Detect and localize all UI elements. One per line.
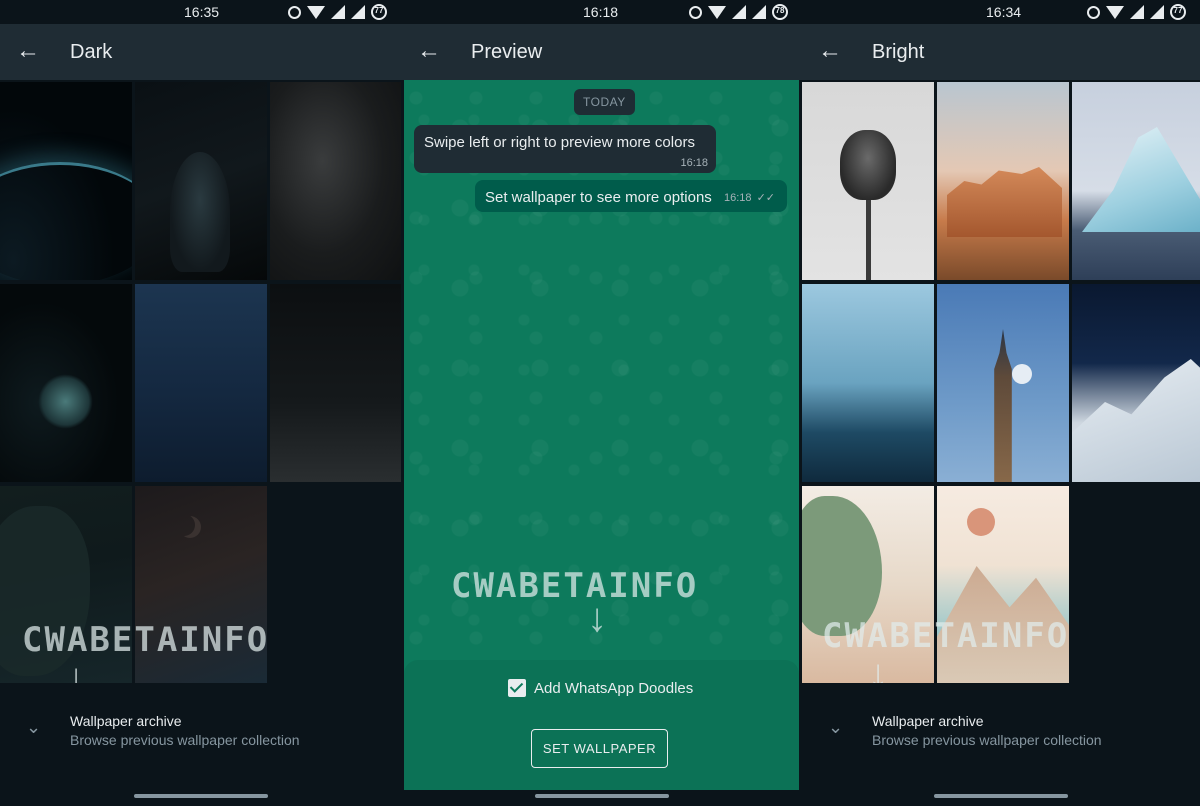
page-title: Dark (70, 41, 113, 63)
archive-title: Wallpaper archive (70, 713, 182, 729)
page-title: Preview (471, 41, 543, 63)
arrow-left-icon[interactable]: ← (16, 38, 40, 64)
status-time: 16:34 (986, 4, 1022, 20)
chevron-down-icon: ⌄ (828, 717, 844, 737)
status-time: 16:35 (184, 4, 220, 20)
battery-icon: 78 (772, 4, 788, 20)
wallpaper-tile[interactable] (270, 284, 401, 482)
nav-bar (802, 792, 1200, 806)
checkbox-checked-icon[interactable] (508, 679, 526, 697)
archive-subtitle: Browse previous wallpaper collection (70, 732, 300, 748)
home-indicator[interactable] (534, 794, 669, 798)
home-indicator[interactable] (934, 794, 1068, 798)
app-bar: ← Preview (401, 24, 802, 80)
preview-bottom-sheet: Add WhatsApp Doodles SET WALLPAPER (404, 660, 799, 790)
status-bar: 16:18 78 (401, 0, 802, 24)
status-icons: 77 (288, 4, 387, 20)
archive-subtitle: Browse previous wallpaper collection (872, 732, 1102, 748)
arrow-left-icon[interactable]: ← (417, 38, 441, 64)
incoming-message: Swipe left or right to preview more colo… (414, 125, 716, 173)
archive-title: Wallpaper archive (872, 713, 984, 729)
message-time: 16:18 (723, 192, 752, 204)
alarm-icon (1087, 5, 1100, 19)
signal-icon (732, 5, 746, 19)
double-check-icon: ✓✓ (756, 192, 775, 204)
wallpaper-tile[interactable] (270, 82, 401, 280)
wallpaper-tile[interactable] (135, 284, 267, 482)
arrow-left-icon[interactable]: ← (818, 38, 842, 64)
date-chip: TODAY (574, 89, 635, 115)
watermark: CWABETAINFO (22, 620, 270, 660)
signal-icon (331, 5, 345, 19)
set-wallpaper-button[interactable]: SET WALLPAPER (531, 729, 668, 768)
wallpaper-archive-row[interactable]: ⌄ Wallpaper archive Browse previous wall… (0, 683, 401, 793)
wallpaper-tile[interactable] (1072, 284, 1200, 482)
wifi-icon (307, 5, 325, 19)
alarm-icon (689, 5, 702, 19)
status-icons: 77 (1087, 4, 1186, 20)
status-time: 16:18 (583, 4, 619, 20)
battery-icon: 77 (371, 4, 387, 20)
message-text: Swipe left or right to preview more colo… (424, 134, 695, 151)
status-bar: 16:35 77 (0, 0, 401, 24)
wallpaper-tile[interactable] (802, 284, 934, 482)
outgoing-message: Set wallpaper to see more options 16:18 … (475, 180, 787, 212)
home-indicator[interactable] (133, 794, 268, 798)
app-bar: ← Bright (802, 24, 1200, 80)
message-meta: 16:18 ✓✓ (724, 191, 775, 204)
wallpaper-tile[interactable] (135, 82, 267, 280)
doodles-checkbox-row[interactable]: Add WhatsApp Doodles (508, 679, 693, 697)
alarm-icon (288, 5, 301, 19)
doodles-label: Add WhatsApp Doodles (534, 679, 694, 697)
dark-wallpaper-screen: 16:35 77 ← Dark CWABETAINFO ↓ ⌄ Wallpape… (0, 0, 401, 806)
nav-bar (0, 792, 401, 806)
bright-wallpaper-screen: 16:34 77 ← Bright CWABETAINFO ↓ ⌄ Wallpa… (802, 0, 1200, 806)
wallpaper-archive-row[interactable]: ⌄ Wallpaper archive Browse previous wall… (802, 683, 1200, 793)
watermark: CWABETAINFO (822, 616, 1070, 656)
battery-icon: 77 (1170, 4, 1186, 20)
wifi-icon (1106, 5, 1124, 19)
watermark: CWABETAINFO (451, 566, 699, 606)
app-bar: ← Dark (0, 24, 401, 80)
page-title: Bright (872, 41, 925, 63)
wifi-icon (708, 5, 726, 19)
wallpaper-tile[interactable] (0, 284, 132, 482)
chevron-down-icon: ⌄ (26, 717, 42, 737)
status-icons: 78 (689, 4, 788, 20)
preview-screen: 16:18 78 ← Preview TODAY Swipe left or r… (401, 0, 802, 806)
signal-icon (1130, 5, 1144, 19)
nav-bar (401, 792, 802, 806)
signal-icon (351, 5, 365, 19)
signal-icon (752, 5, 766, 19)
watermark-arrow-icon: ↓ (587, 596, 607, 640)
wallpaper-tile[interactable] (1072, 82, 1200, 280)
message-time: 16:18 (680, 157, 708, 169)
signal-icon (1150, 5, 1164, 19)
wallpaper-tile[interactable] (937, 82, 1069, 280)
wallpaper-tile[interactable] (802, 82, 934, 280)
status-bar: 16:34 77 (802, 0, 1200, 24)
wallpaper-tile[interactable] (0, 82, 132, 280)
message-text: Set wallpaper to see more options (485, 189, 712, 206)
wallpaper-tile[interactable] (937, 284, 1069, 482)
